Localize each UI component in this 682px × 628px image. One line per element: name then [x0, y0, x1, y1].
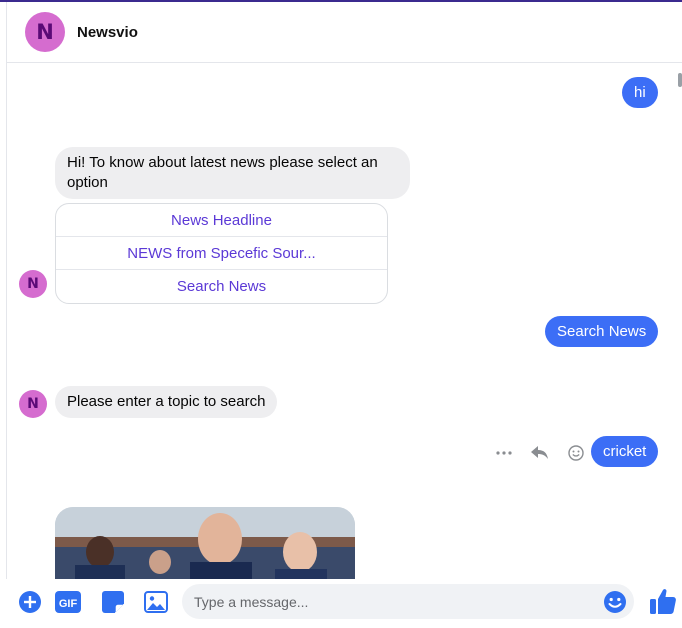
thumbs-up-icon[interactable]: [648, 586, 678, 616]
quick-reply-news-headline[interactable]: News Headline: [56, 204, 387, 237]
scrollbar-thumb[interactable]: [678, 73, 682, 87]
page-avatar[interactable]: N: [25, 12, 65, 52]
bot-avatar[interactable]: N: [19, 270, 47, 298]
quick-reply-search-news[interactable]: Search News: [56, 270, 387, 303]
image-icon[interactable]: [143, 589, 169, 615]
svg-text:GIF: GIF: [59, 598, 78, 610]
message-list[interactable]: hi Hi! To know about latest news please …: [6, 63, 682, 579]
gif-icon[interactable]: GIF: [55, 589, 81, 615]
news-image[interactable]: [55, 507, 355, 579]
chat-header: N Newsvio: [6, 2, 682, 63]
message-outgoing[interactable]: hi: [622, 77, 658, 108]
emoji-icon[interactable]: [603, 590, 627, 614]
page-name[interactable]: Newsvio: [77, 24, 138, 41]
reply-icon[interactable]: [529, 443, 551, 463]
message-actions: [493, 443, 587, 463]
sticker-icon[interactable]: [100, 589, 126, 615]
news-photo: [55, 507, 355, 579]
message-outgoing[interactable]: cricket: [591, 436, 659, 467]
message-incoming[interactable]: Please enter a topic to search: [55, 386, 278, 418]
message-outgoing[interactable]: Search News: [545, 316, 659, 347]
composer: GIF: [0, 579, 682, 628]
quick-replies: News Headline NEWS from Specefic Sour...…: [55, 203, 388, 304]
more-icon[interactable]: [493, 443, 515, 463]
plus-circle-icon[interactable]: [17, 589, 43, 615]
message-incoming[interactable]: Hi! To know about latest news please sel…: [55, 147, 410, 199]
quick-reply-specific-source[interactable]: NEWS from Specefic Sour...: [56, 237, 387, 270]
react-icon[interactable]: [565, 443, 587, 463]
bot-avatar[interactable]: N: [19, 390, 47, 418]
message-input[interactable]: [182, 584, 634, 619]
